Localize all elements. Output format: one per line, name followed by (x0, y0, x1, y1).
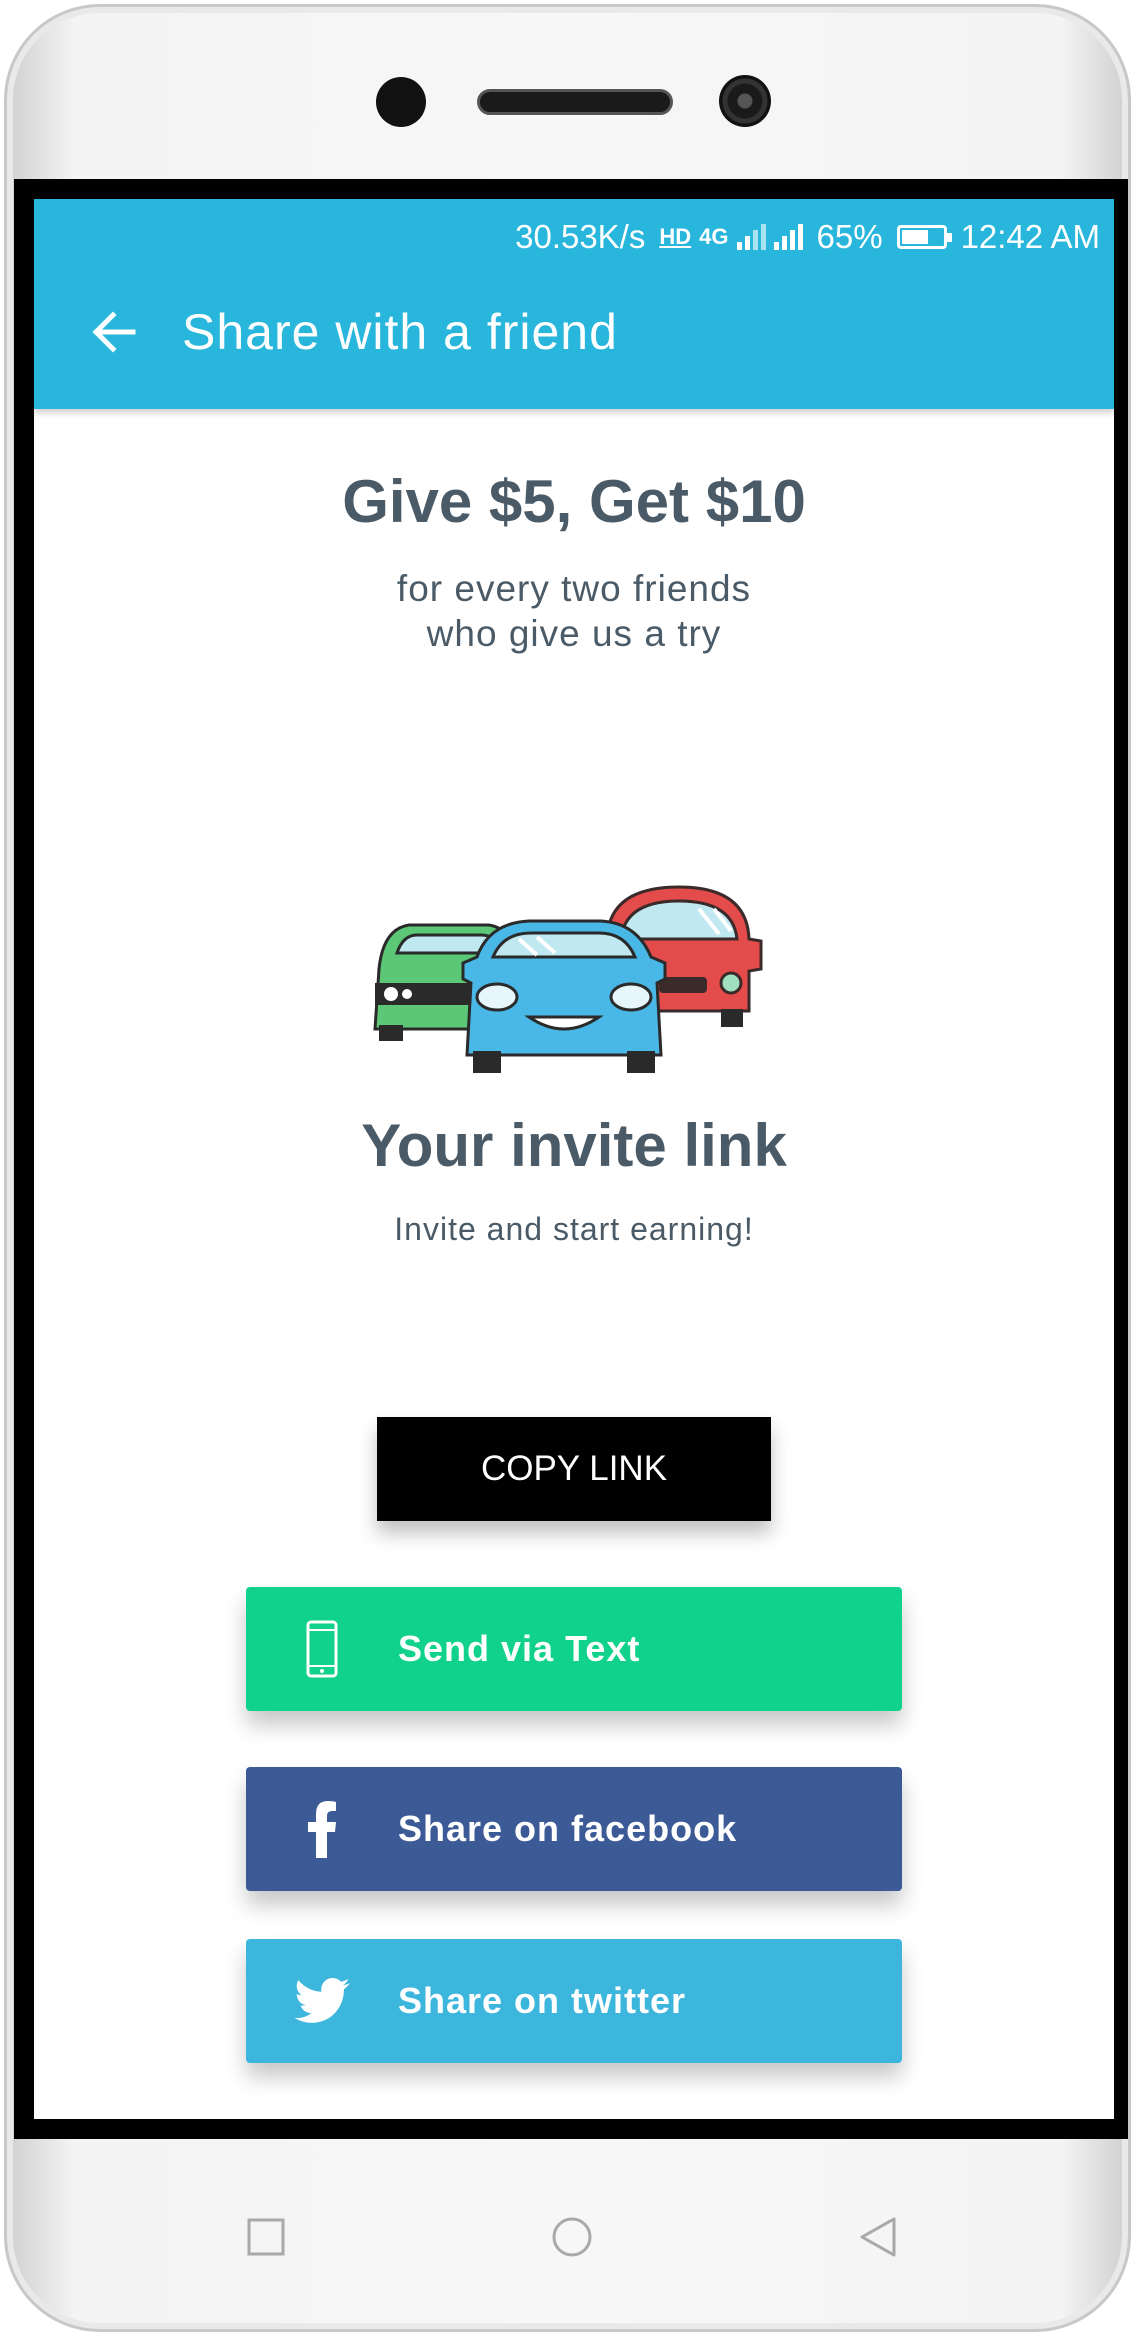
twitter-icon-wrap (246, 1939, 398, 2063)
share-facebook-label: Share on facebook (398, 1808, 738, 1849)
toolbar: Share with a friend (34, 277, 1114, 387)
page-title: Share with a friend (182, 304, 618, 360)
battery-icon (896, 225, 952, 249)
app-bar: 30.53K/s HD 4G 65% 12:42 AM Share with a… (34, 199, 1114, 409)
invite-title: Your invite link (361, 1112, 787, 1179)
send-via-text-label: Send via Text (398, 1628, 641, 1669)
invite-subtitle: Invite and start earning! (394, 1211, 754, 1247)
system-navigation (7, 2139, 1128, 2329)
network-speed: 30.53K/s (515, 218, 646, 255)
front-camera (376, 77, 426, 127)
proximity-sensor (719, 75, 771, 127)
phone-top-bezel (7, 7, 1128, 179)
promo-subline: for every two friends who give us a try (34, 566, 1114, 656)
share-twitter-button[interactable]: Share on twitter (246, 1939, 902, 2063)
promo-subline-2: who give us a try (426, 613, 722, 654)
twitter-bird-icon (294, 1978, 350, 2023)
facebook-icon (308, 1801, 336, 1858)
send-via-text-button[interactable]: Send via Text (246, 1587, 902, 1711)
screen: 30.53K/s HD 4G 65% 12:42 AM Share with a… (34, 199, 1114, 2119)
phone-frame: 30.53K/s HD 4G 65% 12:42 AM Share with a… (4, 4, 1131, 2332)
network-indicators: HD 4G (659, 224, 803, 250)
facebook-icon-wrap (246, 1767, 398, 1891)
home-button[interactable] (550, 2215, 594, 2259)
mobile-phone-icon (306, 1620, 338, 1678)
share-facebook-button[interactable]: Share on facebook (246, 1767, 902, 1891)
blue-car (461, 919, 667, 1073)
recents-button[interactable] (244, 2215, 288, 2259)
share-content: Give $5, Get $10 for every two friends w… (34, 409, 1114, 2063)
cars-illustration (373, 885, 763, 1073)
arrow-left-icon (92, 311, 136, 353)
hd-icon: HD (659, 224, 692, 249)
signal-icon-2 (773, 224, 803, 250)
phone-icon-wrap (246, 1587, 398, 1711)
square-icon (247, 2218, 285, 2256)
network-type: 4G (699, 224, 729, 249)
system-back-button[interactable] (855, 2215, 899, 2259)
circle-icon (552, 2217, 592, 2257)
triangle-back-icon (860, 2217, 896, 2257)
clock: 12:42 AM (960, 218, 1100, 255)
battery-percent: 65% (816, 218, 883, 255)
copy-link-button[interactable]: COPY LINK (377, 1417, 771, 1521)
share-twitter-label: Share on twitter (398, 1980, 687, 2021)
signal-icon (736, 224, 766, 250)
promo-subline-1: for every two friends (396, 568, 752, 609)
back-button[interactable] (64, 282, 164, 382)
earpiece-speaker (477, 89, 673, 115)
screen-bezel: 30.53K/s HD 4G 65% 12:42 AM Share with a… (14, 179, 1128, 2139)
status-bar: 30.53K/s HD 4G 65% 12:42 AM (515, 213, 1100, 261)
promo-headline: Give $5, Get $10 (342, 468, 806, 535)
